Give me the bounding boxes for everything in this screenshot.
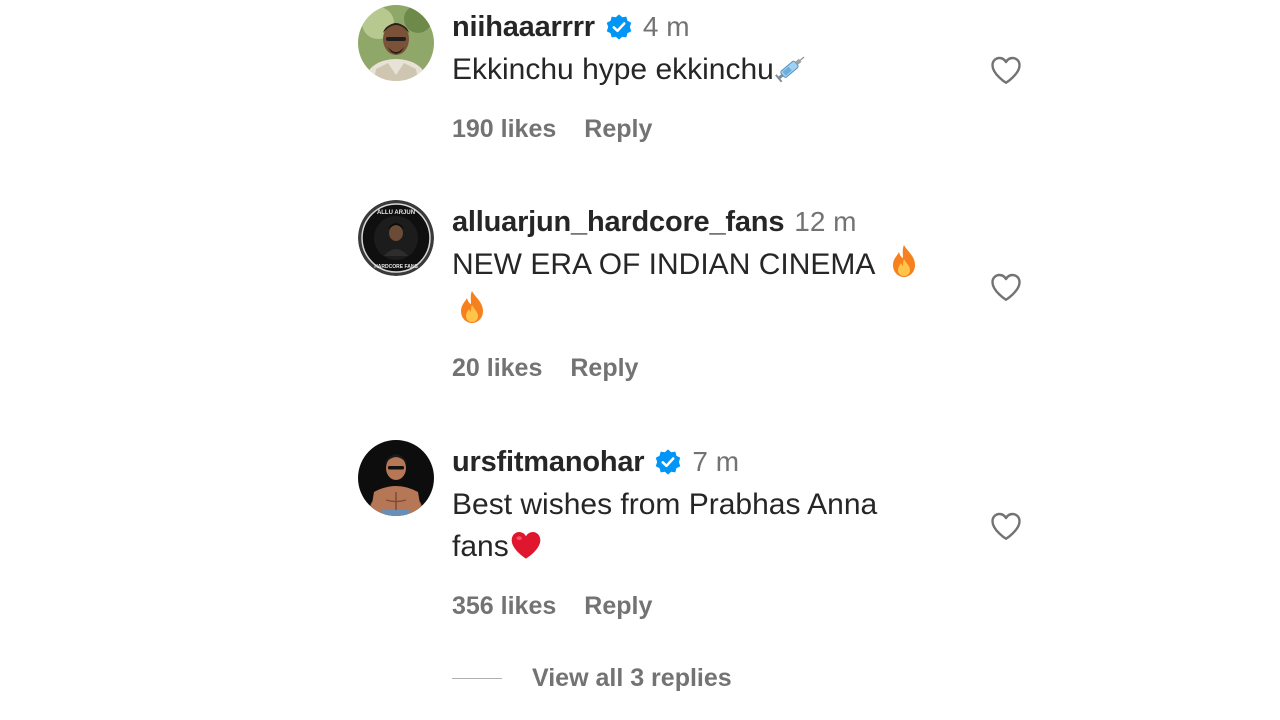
avatar[interactable] [358, 5, 434, 81]
comment-timestamp[interactable]: 12 m [794, 206, 856, 238]
verified-badge-icon [605, 13, 633, 41]
fire-emoji-icon [890, 244, 918, 290]
heart-icon[interactable] [988, 52, 1024, 88]
like-count[interactable]: 356 likes [452, 592, 556, 620]
red-heart-emoji-icon [509, 530, 543, 572]
like-count[interactable]: 190 likes [452, 115, 556, 143]
comment-text-line1: Best wishes from Prabhas Anna [452, 488, 878, 521]
view-replies-label[interactable]: View all 3 replies [532, 664, 732, 693]
svg-text:ALLU ARJUN: ALLU ARJUN [377, 210, 415, 216]
comment-actions: 356 likes Reply [452, 592, 652, 621]
heart-icon[interactable] [988, 508, 1024, 544]
username[interactable]: alluarjun_hardcore_fans [452, 206, 784, 239]
username[interactable]: ursfitmanohar [452, 446, 645, 479]
comment-text: NEW ERA OF INDIAN CINEMA [452, 244, 952, 336]
heart-icon[interactable] [988, 269, 1024, 305]
reply-button[interactable]: Reply [584, 115, 652, 143]
avatar[interactable]: ALLU ARJUN HARDCORE FANS [358, 200, 434, 276]
svg-text:HARDCORE FANS: HARDCORE FANS [374, 264, 418, 270]
comment-text: Ekkinchu hype ekkinchu [452, 49, 952, 95]
comment-header: alluarjun_hardcore_fans 12 m [452, 200, 952, 244]
comment-content: niihaaarrrr 4 m Ekkinchu hype ekkinchu [452, 5, 952, 95]
comment-text-body: Ekkinchu hype ekkinchu [452, 53, 774, 86]
reply-button[interactable]: Reply [584, 592, 652, 620]
comment-text-body: NEW ERA OF INDIAN CINEMA [452, 248, 874, 281]
comments-list: niihaaarrrr 4 m Ekkinchu hype ekkinchu 1… [0, 0, 1280, 720]
fire-emoji-icon [458, 290, 486, 336]
username[interactable]: niihaaarrrr [452, 11, 595, 44]
comment-timestamp[interactable]: 4 m [643, 11, 690, 43]
reply-button[interactable]: Reply [570, 354, 638, 382]
replies-divider [452, 678, 502, 679]
syringe-emoji-icon [774, 53, 808, 95]
comment-actions: 190 likes Reply [452, 115, 652, 144]
like-count[interactable]: 20 likes [452, 354, 542, 382]
comment-header: ursfitmanohar 7 m [452, 440, 952, 484]
comment-timestamp[interactable]: 7 m [692, 446, 739, 478]
verified-badge-icon [654, 448, 682, 476]
view-replies-button[interactable]: View all 3 replies [452, 664, 732, 693]
comment-text: Best wishes from Prabhas Anna fans [452, 484, 952, 572]
comment-text-line2: fans [452, 530, 509, 563]
avatar[interactable] [358, 440, 434, 516]
comment-actions: 20 likes Reply [452, 354, 638, 383]
comment-content: alluarjun_hardcore_fans 12 m NEW ERA OF … [452, 200, 952, 336]
comment-header: niihaaarrrr 4 m [452, 5, 952, 49]
comment-content: ursfitmanohar 7 m Best wishes from Prabh… [452, 440, 952, 572]
